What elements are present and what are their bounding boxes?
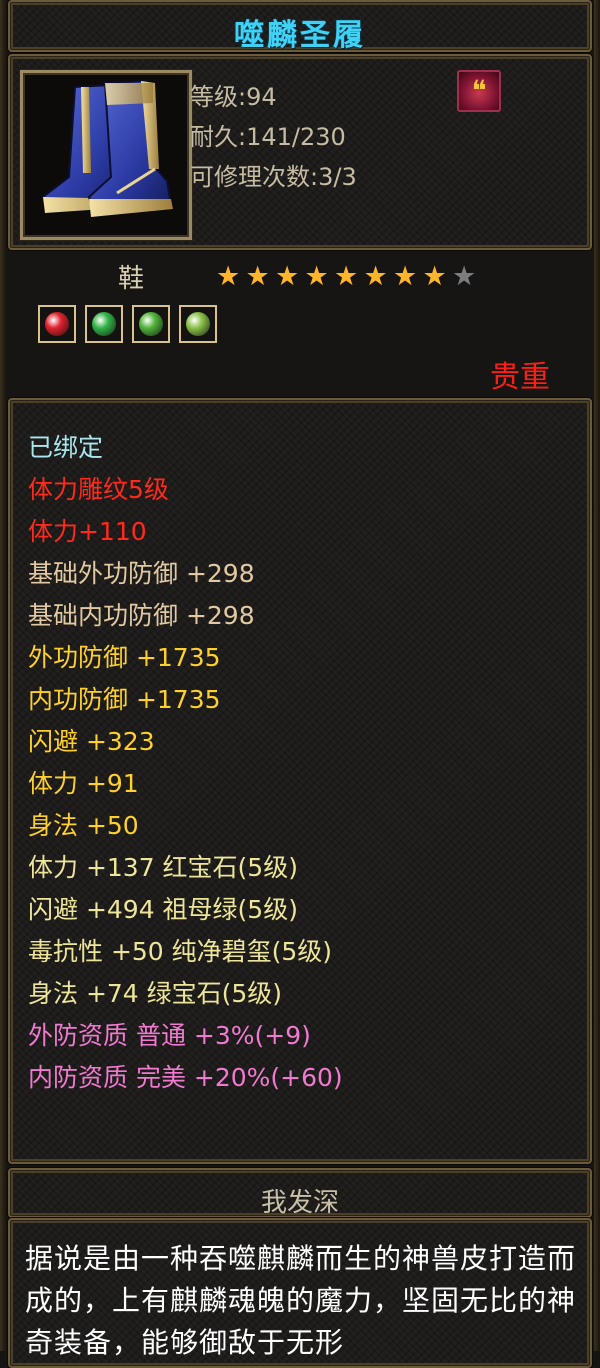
attribute-line: 体力 +91	[28, 769, 139, 798]
repair-count-stat: 可修理次数:3/3	[190, 163, 357, 191]
attribute-line: 体力 +137 红宝石(5级)	[28, 853, 298, 882]
star-filled-icon: ★	[245, 261, 270, 292]
star-filled-icon: ★	[334, 261, 359, 292]
attribute-line: 身法 +50	[28, 811, 139, 840]
gem-slot-emerald[interactable]	[85, 305, 123, 343]
description-text: 据说是由一种吞噬麒麟而生的神兽皮打造而成的，上有麒麟魂魄的魔力，坚固无比的神奇装…	[25, 1242, 577, 1359]
gem-slot-ruby[interactable]	[38, 305, 76, 343]
star-empty-icon: ★	[452, 261, 477, 292]
durability-stat: 耐久:141/230	[190, 123, 346, 151]
gem-slot-green[interactable]	[179, 305, 217, 343]
attribute-line: 已绑定	[28, 433, 104, 462]
star-filled-icon: ★	[216, 261, 241, 292]
item-name: 噬麟圣履	[234, 18, 366, 53]
attribute-line: 外防资质 普通 +3%(+9)	[28, 1021, 311, 1050]
ruby-gem-icon	[45, 312, 69, 336]
attribute-line: 毒抗性 +50 纯净碧玺(5级)	[28, 937, 333, 966]
star-filled-icon: ★	[393, 261, 418, 292]
star-filled-icon: ★	[275, 261, 300, 292]
attribute-line: 闪避 +494 祖母绿(5级)	[28, 895, 298, 924]
attribute-line: 体力+110	[28, 517, 147, 546]
attribute-line: 基础内功防御 +298	[28, 601, 255, 630]
phoenix-feather-icon[interactable]: ❝	[457, 70, 501, 112]
attribute-line: 身法 +74 绿宝石(5级)	[28, 979, 283, 1008]
left-frame-edge	[0, 0, 6, 1351]
attribute-line: 体力雕纹5级	[28, 475, 169, 504]
gem-slot-jade[interactable]	[132, 305, 170, 343]
star-filled-icon: ★	[363, 261, 388, 292]
attribute-line: 内功防御 +1735	[28, 685, 221, 714]
item-thumbnail	[20, 70, 192, 240]
emerald-gem-icon	[92, 312, 116, 336]
attribute-line: 外功防御 +1735	[28, 643, 221, 672]
attribute-line: 基础外功防御 +298	[28, 559, 255, 588]
right-frame-edge	[594, 0, 600, 1351]
green-gem-icon	[186, 312, 210, 336]
description-heading: 我发深	[260, 1188, 339, 1218]
jade-gem-icon	[139, 312, 163, 336]
star-filled-icon: ★	[422, 261, 447, 292]
rarity-label: 贵重	[490, 360, 550, 395]
attribute-line: 内防资质 完美 +20%(+60)	[28, 1063, 343, 1092]
attribute-line: 闪避 +323	[28, 727, 155, 756]
blue-gold-boots-icon	[41, 79, 173, 217]
item-type: 鞋	[118, 264, 145, 294]
star-filled-icon: ★	[304, 261, 329, 292]
level-stat: 等级:94	[190, 83, 277, 111]
